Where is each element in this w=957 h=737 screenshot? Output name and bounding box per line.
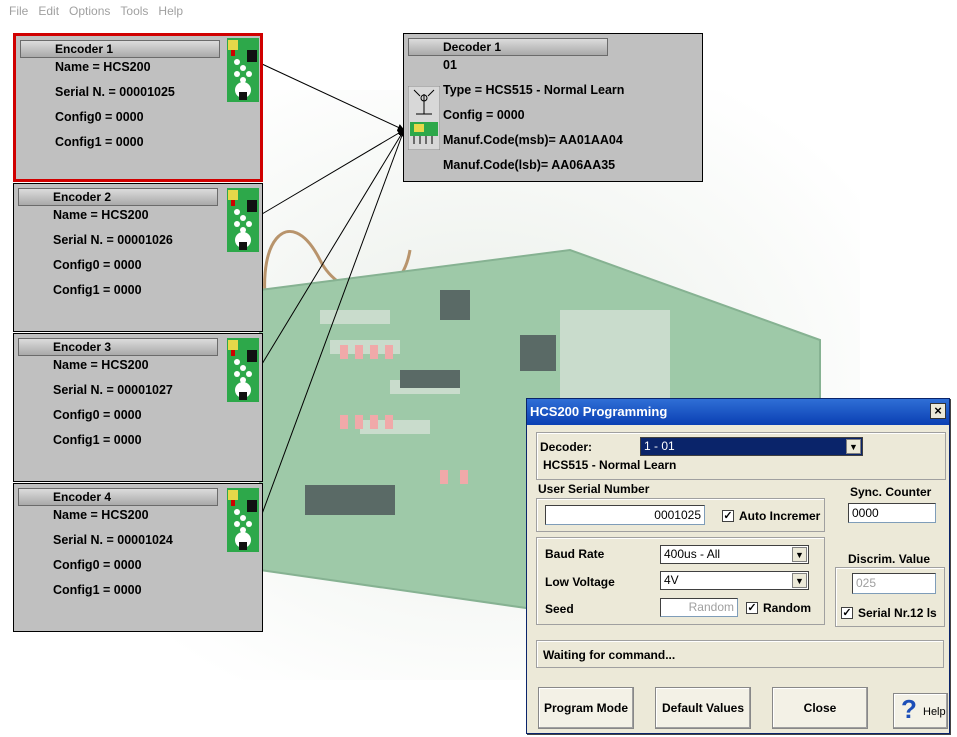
low-voltage-value: 4V <box>664 573 679 587</box>
seed-input[interactable]: Random <box>660 598 738 617</box>
decoder-type-text: HCS515 - Normal Learn <box>543 458 677 472</box>
encoder-config0: Config0 = 0000 <box>55 110 144 124</box>
discrim-label: Discrim. Value <box>848 552 931 566</box>
encoder-title: Encoder 3 <box>18 338 218 356</box>
encoder-serial: Serial N. = 00001026 <box>53 233 173 247</box>
encoder-title: Encoder 1 <box>20 40 220 58</box>
decoder-manuf-lsb: Manuf.Code(lsb)= AA06AA35 <box>443 158 616 172</box>
serial12-label: Serial Nr.12 ls <box>858 606 937 620</box>
sync-counter-input[interactable]: 0000 <box>848 503 936 523</box>
chevron-down-icon[interactable]: ▼ <box>846 439 861 454</box>
decoder-receiver-icon <box>408 86 440 150</box>
user-serial-label: User Serial Number <box>538 482 650 496</box>
encoder-serial: Serial N. = 00001025 <box>55 85 175 99</box>
discrim-value: 025 <box>856 576 877 590</box>
baud-rate-label: Baud Rate <box>545 547 605 561</box>
help-button[interactable]: ? Help <box>893 693 948 729</box>
decoder-id: 01 <box>443 58 457 72</box>
dialog-title: HCS200 Programming <box>530 404 668 419</box>
serial12-checkbox[interactable]: ✓ <box>841 607 853 619</box>
low-voltage-select[interactable]: 4V ▼ <box>660 571 809 590</box>
decoder-label: Decoder: <box>540 440 593 454</box>
encoder-chip-icon <box>227 488 259 552</box>
auto-increment-checkbox[interactable]: ✓ <box>722 510 734 522</box>
low-voltage-label: Low Voltage <box>545 575 615 589</box>
seed-value: Random <box>688 600 734 614</box>
help-icon: ? <box>901 694 917 724</box>
auto-increment-label: Auto Incremer <box>739 509 821 523</box>
encoder-name: Name = HCS200 <box>53 508 149 522</box>
dialog-titlebar[interactable]: HCS200 Programming × <box>527 399 949 425</box>
decoder-select[interactable]: 1 - 01 ▼ <box>640 437 863 456</box>
user-serial-input[interactable]: 0001025 <box>545 505 705 525</box>
encoder-config1: Config1 = 0000 <box>55 135 144 149</box>
sync-counter-label: Sync. Counter <box>850 485 932 499</box>
encoder-card-4[interactable]: Encoder 4 Name = HCS200 Serial N. = 0000… <box>13 483 263 632</box>
encoder-config0: Config0 = 0000 <box>53 258 142 272</box>
encoder-config1: Config1 = 0000 <box>53 433 142 447</box>
random-checkbox[interactable]: ✓ <box>746 602 758 614</box>
decoder-select-value: 1 - 01 <box>644 439 675 453</box>
sync-counter-value: 0000 <box>852 506 879 520</box>
baud-rate-select[interactable]: 400us - All ▼ <box>660 545 809 564</box>
decoder-type: Type = HCS515 - Normal Learn <box>443 83 625 97</box>
encoder-serial: Serial N. = 00001024 <box>53 533 173 547</box>
decoder-config: Config = 0000 <box>443 108 525 122</box>
close-icon[interactable]: × <box>930 403 946 419</box>
chevron-down-icon[interactable]: ▼ <box>792 547 807 562</box>
random-label: Random <box>763 601 811 615</box>
help-label: Help <box>923 706 946 718</box>
encoder-serial: Serial N. = 00001027 <box>53 383 173 397</box>
encoder-card-2[interactable]: Encoder 2 Name = HCS200 Serial N. = 0000… <box>13 183 263 332</box>
decoder-manuf-msb: Manuf.Code(msb)= AA01AA04 <box>443 133 623 147</box>
encoder-chip-icon <box>227 188 259 252</box>
encoder-config1: Config1 = 0000 <box>53 583 142 597</box>
close-button[interactable]: Close <box>772 687 868 729</box>
encoder-config1: Config1 = 0000 <box>53 283 142 297</box>
encoder-config0: Config0 = 0000 <box>53 408 142 422</box>
decoder-title: Decoder 1 <box>408 38 608 56</box>
programming-dialog: HCS200 Programming × Decoder: 1 - 01 ▼ H… <box>526 398 950 734</box>
encoder-title: Encoder 2 <box>18 188 218 206</box>
encoder-title: Encoder 4 <box>18 488 218 506</box>
encoder-config0: Config0 = 0000 <box>53 558 142 572</box>
decoder-card[interactable]: Decoder 1 01 Type = HCS515 - Normal Lear… <box>403 33 703 182</box>
user-serial-value: 0001025 <box>654 508 701 522</box>
status-text: Waiting for command... <box>543 648 676 662</box>
encoder-name: Name = HCS200 <box>53 208 149 222</box>
chevron-down-icon[interactable]: ▼ <box>792 573 807 588</box>
seed-label: Seed <box>545 602 574 616</box>
default-values-button[interactable]: Default Values <box>655 687 751 729</box>
discrim-input[interactable]: 025 <box>852 573 936 594</box>
program-mode-button[interactable]: Program Mode <box>538 687 634 729</box>
encoder-name: Name = HCS200 <box>55 60 151 74</box>
encoder-chip-icon <box>227 338 259 402</box>
encoder-card-1[interactable]: Encoder 1 Name = HCS200 Serial N. = 0000… <box>13 33 263 182</box>
encoder-name: Name = HCS200 <box>53 358 149 372</box>
encoder-card-3[interactable]: Encoder 3 Name = HCS200 Serial N. = 0000… <box>13 333 263 482</box>
encoder-chip-icon <box>227 38 259 102</box>
baud-rate-value: 400us - All <box>664 547 721 561</box>
